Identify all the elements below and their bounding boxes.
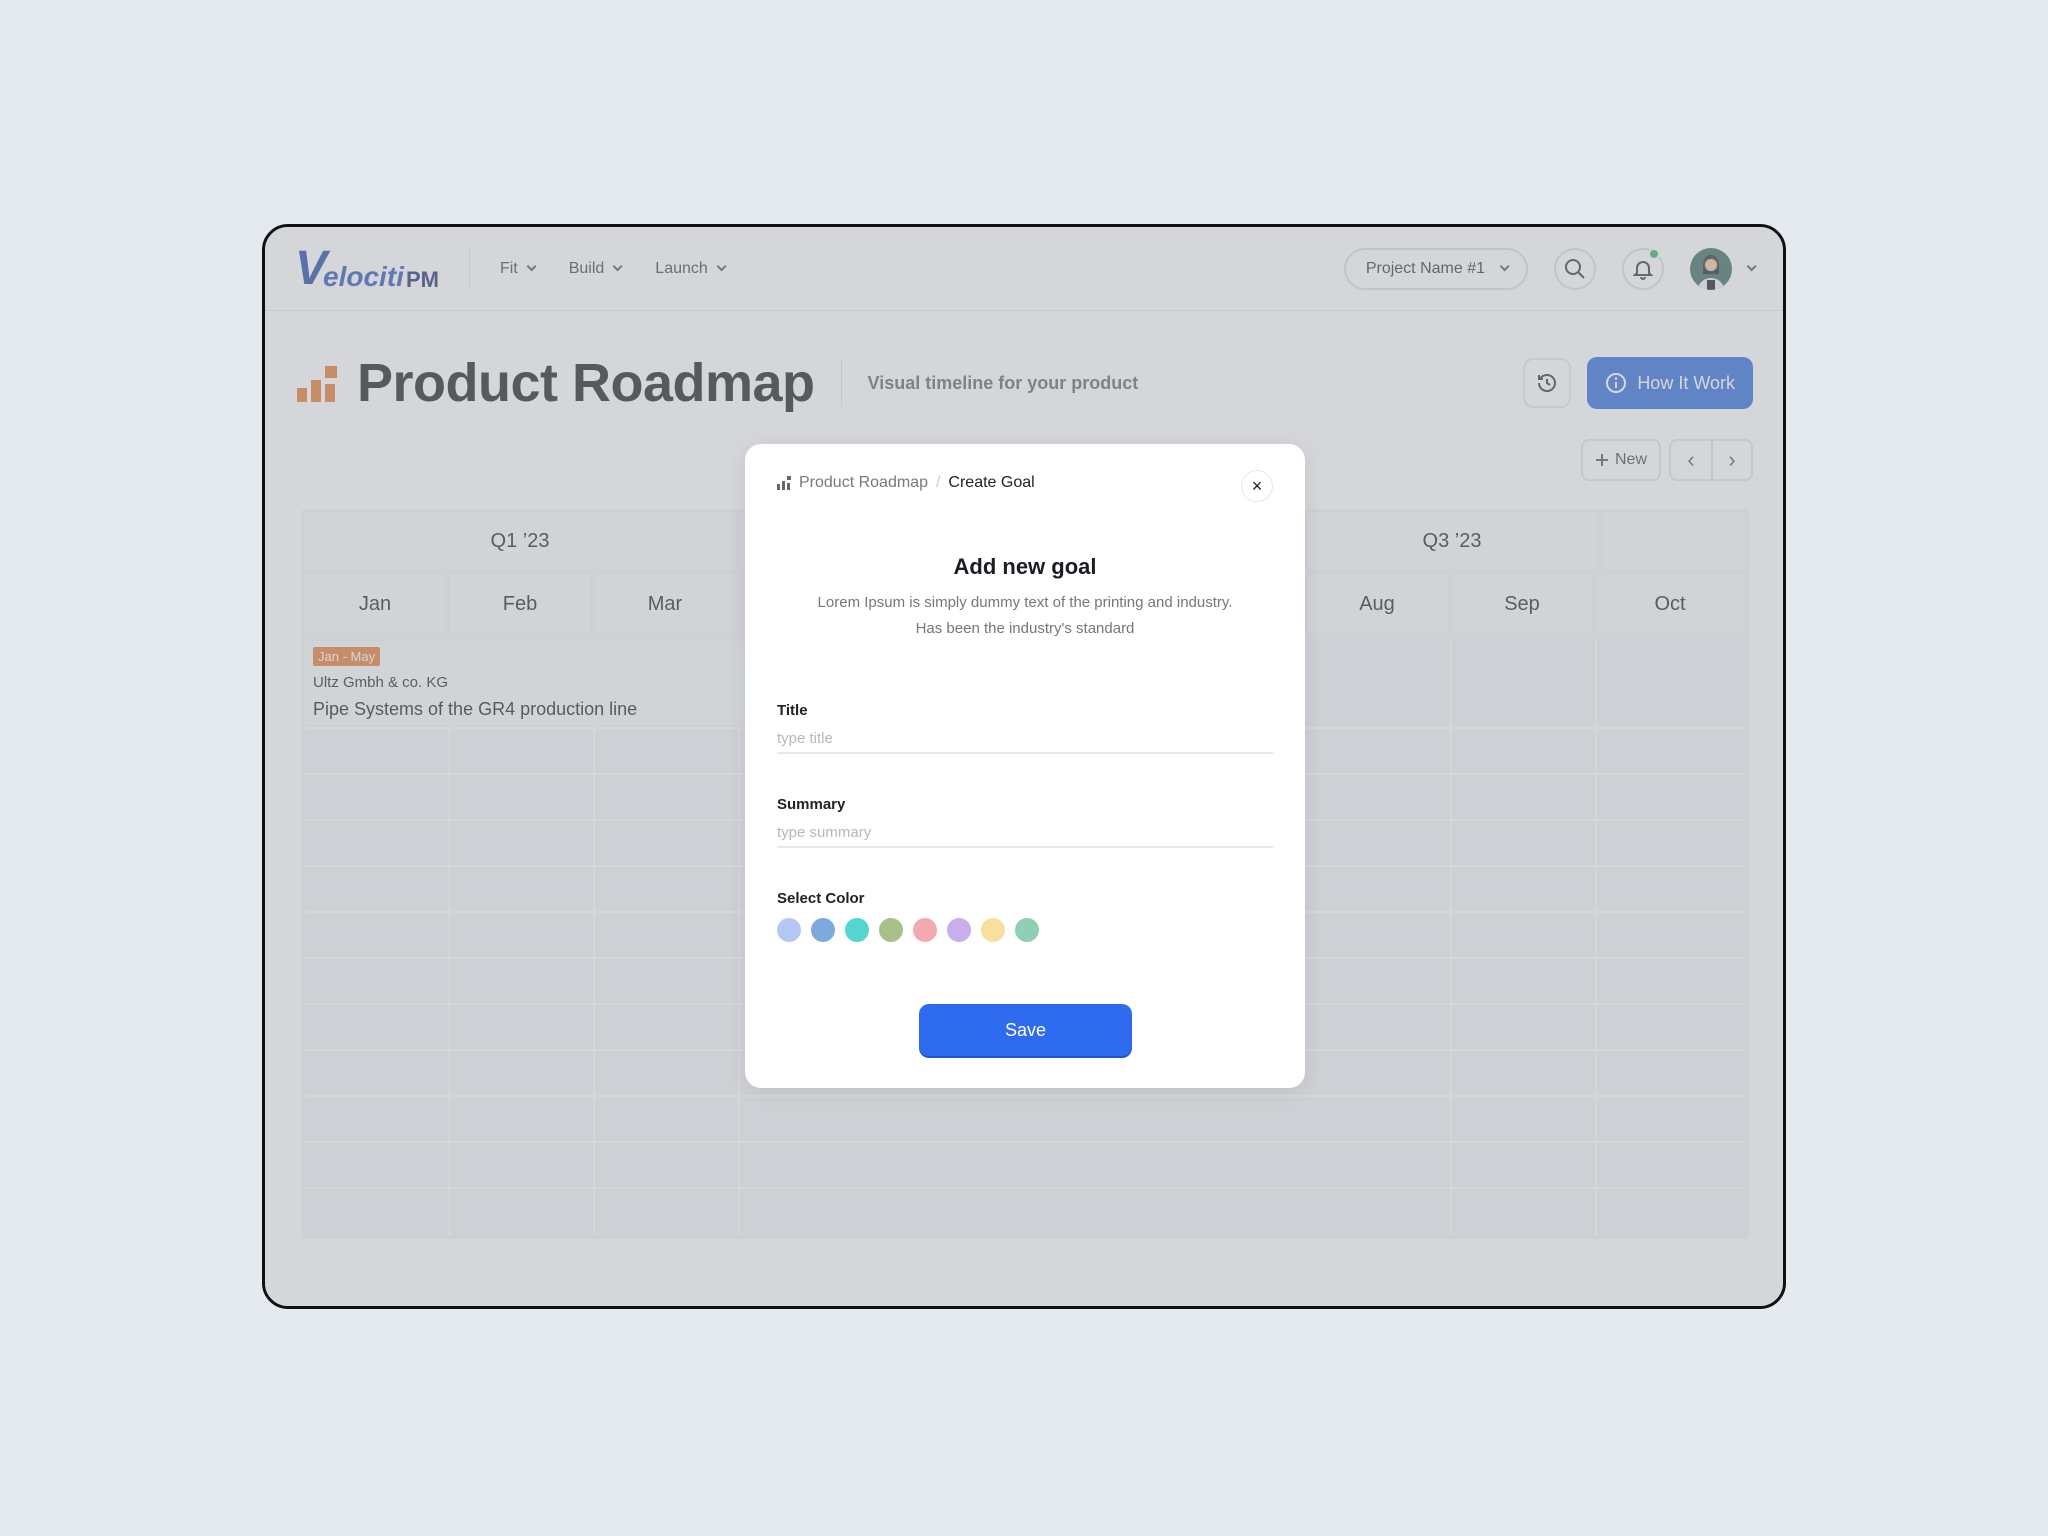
modal-heading: Add new goal [953, 554, 1097, 579]
color-swatch-2[interactable] [811, 918, 835, 942]
roadmap-icon [777, 476, 791, 490]
title-input[interactable] [777, 724, 1273, 754]
breadcrumb-separator: / [935, 474, 941, 491]
color-swatch-7[interactable] [981, 918, 1005, 942]
breadcrumb-current: Create Goal [948, 474, 1035, 491]
color-swatch-4[interactable] [879, 918, 903, 942]
color-swatch-1[interactable] [777, 918, 801, 942]
color-swatch-5[interactable] [913, 918, 937, 942]
modal-description: Lorem Ipsum is simply dummy text of the … [817, 594, 1233, 637]
breadcrumb-root[interactable]: Product Roadmap [799, 474, 928, 492]
close-icon: × [1251, 475, 1263, 496]
close-button[interactable]: × [1241, 470, 1273, 502]
summary-input[interactable] [777, 818, 1273, 848]
color-swatch-8[interactable] [1015, 918, 1039, 942]
color-label: Select Color [777, 890, 865, 907]
save-label: Save [1004, 1019, 1047, 1040]
color-picker [777, 918, 1039, 942]
color-swatch-6[interactable] [947, 918, 971, 942]
create-goal-modal: Product Roadmap / Create Goal × Add new … [745, 444, 1305, 1088]
breadcrumb: Product Roadmap / Create Goal [777, 474, 1035, 492]
title-label: Title [777, 702, 808, 719]
summary-label: Summary [777, 796, 846, 813]
color-swatch-3[interactable] [845, 918, 869, 942]
save-button[interactable]: Save [919, 1004, 1132, 1056]
app-window: V elociti PM Fit Build Launch Project Na… [262, 224, 1786, 1309]
